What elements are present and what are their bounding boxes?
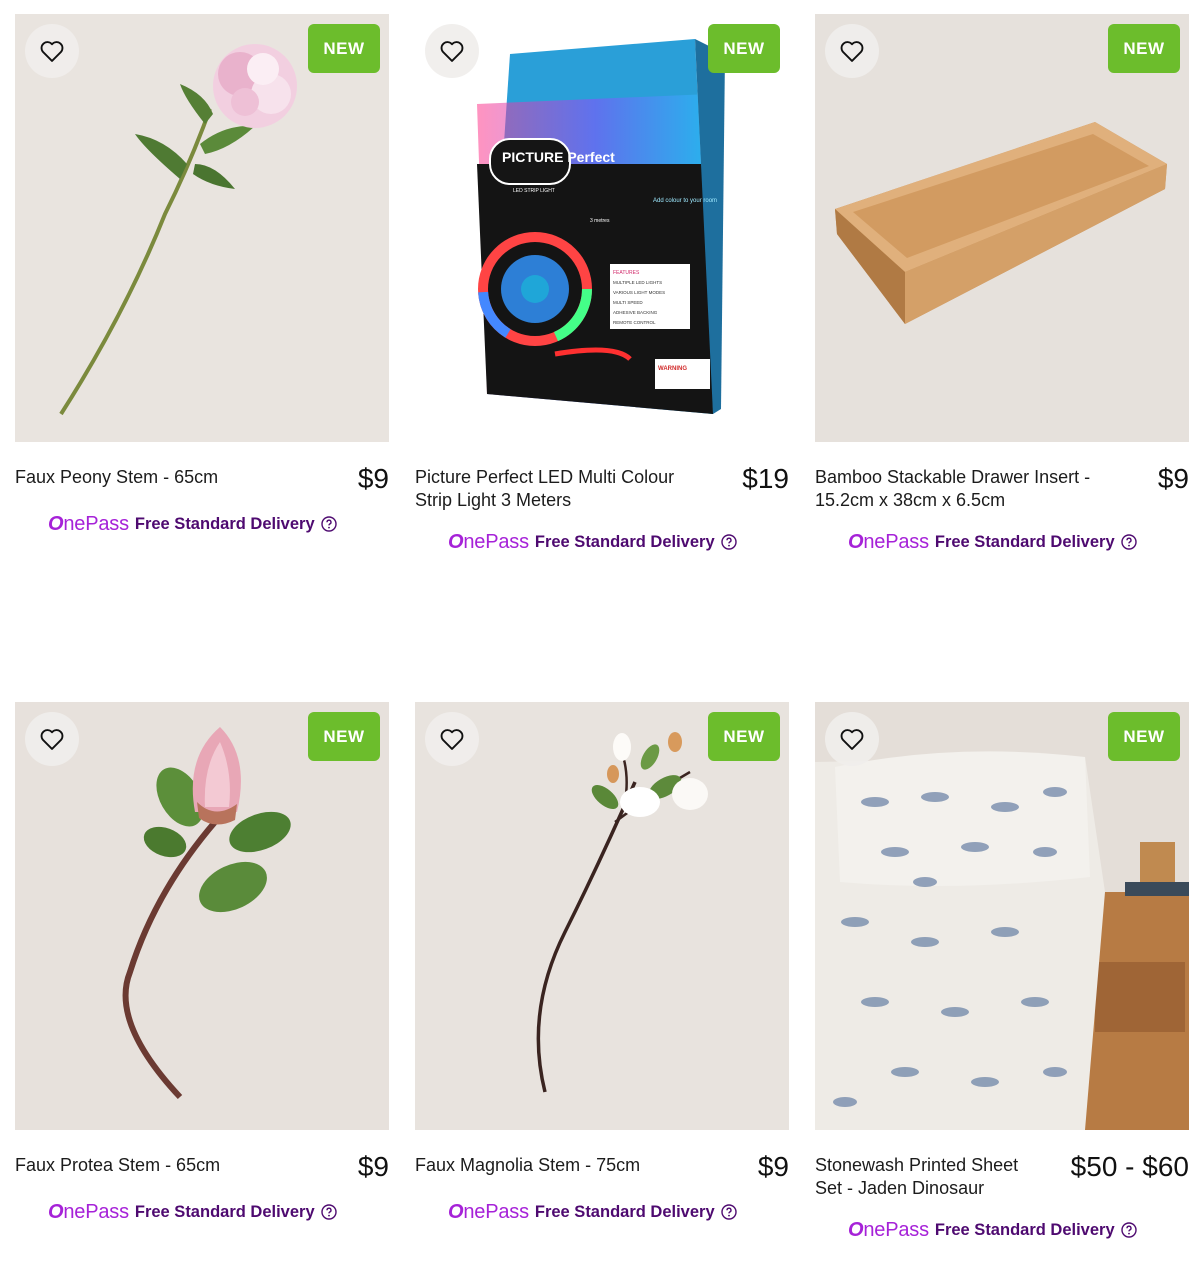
faux-protea-image[interactable] (15, 702, 389, 1130)
heart-outline-icon (440, 41, 464, 62)
onepass-logo: OnePass (48, 512, 129, 535)
product-card[interactable]: NEW Faux Peony Stem - 65cm $9 OnePass Fr… (15, 14, 389, 536)
wishlist-button[interactable] (25, 24, 79, 78)
onepass-delivery-info: OnePass Free Standard Delivery (15, 1200, 389, 1224)
free-delivery-text: Free Standard Delivery (934, 532, 1115, 551)
product-price: $9 (1157, 463, 1189, 494)
heart-outline-icon (40, 729, 64, 750)
product-price: $9 (757, 1151, 789, 1182)
onepass-delivery-info: OnePass Free Standard Delivery (815, 1218, 1189, 1242)
svg-text:MULTIPLE LED LIGHTS: MULTIPLE LED LIGHTS (613, 280, 662, 285)
new-badge: NEW (1108, 712, 1180, 761)
free-delivery-text: Free Standard Delivery (534, 1202, 715, 1221)
dinosaur-sheet-set-image[interactable] (815, 702, 1189, 1130)
svg-text:REMOTE CONTROL: REMOTE CONTROL (613, 320, 656, 325)
faux-magnolia-image[interactable] (415, 702, 789, 1130)
question-circle-icon[interactable] (720, 1204, 737, 1220)
free-delivery-text: Free Standard Delivery (934, 1220, 1115, 1239)
product-name-link[interactable]: Stonewash Printed Sheet Set - Jaden Dino… (815, 1154, 1040, 1200)
onepass-delivery-info: OnePass Free Standard Delivery (815, 530, 1189, 554)
product-price: $50 - $60 (1070, 1151, 1189, 1182)
onepass-delivery-info: OnePass Free Standard Delivery (415, 530, 789, 554)
product-name-link[interactable]: Faux Magnolia Stem - 75cm (415, 1154, 640, 1177)
product-image-container[interactable]: NEW (815, 14, 1189, 442)
product-name-link[interactable]: Faux Protea Stem - 65cm (15, 1154, 220, 1177)
product-image-container[interactable]: PICTURE Perfect LED STRIP LIGHT 3 metres… (415, 14, 789, 442)
product-card[interactable]: NEW Faux Protea Stem - 65cm $9 OnePass F… (15, 702, 389, 1224)
new-badge: NEW (708, 712, 780, 761)
product-card[interactable]: PICTURE Perfect LED STRIP LIGHT 3 metres… (415, 14, 789, 554)
product-price: $19 (742, 463, 789, 494)
wishlist-button[interactable] (425, 712, 479, 766)
heart-outline-icon (40, 41, 64, 62)
onepass-logo: OnePass (448, 530, 529, 553)
new-badge: NEW (708, 24, 780, 73)
question-circle-icon[interactable] (1120, 534, 1137, 550)
svg-text:LED STRIP LIGHT: LED STRIP LIGHT (513, 188, 555, 194)
new-badge: NEW (1108, 24, 1180, 73)
free-delivery-text: Free Standard Delivery (534, 532, 715, 551)
product-card[interactable]: NEW Stonewash Printed Sheet Set - Jaden … (815, 702, 1189, 1242)
faux-peony-image[interactable] (15, 14, 389, 442)
svg-text:3 metres: 3 metres (590, 218, 610, 224)
free-delivery-text: Free Standard Delivery (134, 514, 315, 533)
svg-text:FEATURES: FEATURES (613, 270, 640, 276)
question-circle-icon[interactable] (320, 516, 337, 532)
led-strip-box-image[interactable]: PICTURE Perfect LED STRIP LIGHT 3 metres… (415, 14, 789, 442)
free-delivery-text: Free Standard Delivery (134, 1202, 315, 1221)
wishlist-button[interactable] (25, 712, 79, 766)
onepass-logo: OnePass (48, 1200, 129, 1223)
new-badge: NEW (308, 712, 380, 761)
heart-outline-icon (840, 41, 864, 62)
onepass-logo: OnePass (448, 1200, 529, 1223)
onepass-delivery-info: OnePass Free Standard Delivery (415, 1200, 789, 1224)
wishlist-button[interactable] (825, 712, 879, 766)
onepass-logo: OnePass (848, 1218, 929, 1241)
heart-outline-icon (440, 729, 464, 750)
product-card[interactable]: NEW Bamboo Stackable Drawer Insert - 15.… (815, 14, 1189, 554)
question-circle-icon[interactable] (320, 1204, 337, 1220)
svg-text:PICTURE Perfect: PICTURE Perfect (502, 149, 615, 165)
onepass-logo: OnePass (848, 530, 929, 553)
svg-text:VARIOUS LIGHT MODES: VARIOUS LIGHT MODES (613, 290, 665, 295)
product-image-container[interactable]: NEW (415, 702, 789, 1130)
svg-text:WARNING: WARNING (658, 366, 687, 372)
svg-text:ADHESIVE BACKING: ADHESIVE BACKING (613, 310, 658, 315)
product-name-link[interactable]: Faux Peony Stem - 65cm (15, 466, 218, 489)
svg-text:MULTI SPEED: MULTI SPEED (613, 300, 643, 305)
product-card[interactable]: NEW Faux Magnolia Stem - 75cm $9 OnePass… (415, 702, 789, 1224)
onepass-delivery-info: OnePass Free Standard Delivery (15, 512, 389, 536)
product-image-container[interactable]: NEW (15, 702, 389, 1130)
product-name-link[interactable]: Picture Perfect LED Multi Colour Strip L… (415, 466, 715, 512)
svg-text:Add colour to your room: Add colour to your room (653, 198, 717, 204)
question-circle-icon[interactable] (720, 534, 737, 550)
product-price: $9 (357, 1151, 389, 1182)
product-price: $9 (357, 463, 389, 494)
heart-outline-icon (840, 729, 864, 750)
product-image-container[interactable]: NEW (815, 702, 1189, 1130)
new-badge: NEW (308, 24, 380, 73)
product-name-link[interactable]: Bamboo Stackable Drawer Insert - 15.2cm … (815, 466, 1115, 512)
product-image-container[interactable]: NEW (15, 14, 389, 442)
question-circle-icon[interactable] (1120, 1222, 1137, 1238)
bamboo-tray-image[interactable] (815, 14, 1189, 442)
wishlist-button[interactable] (425, 24, 479, 78)
wishlist-button[interactable] (825, 24, 879, 78)
